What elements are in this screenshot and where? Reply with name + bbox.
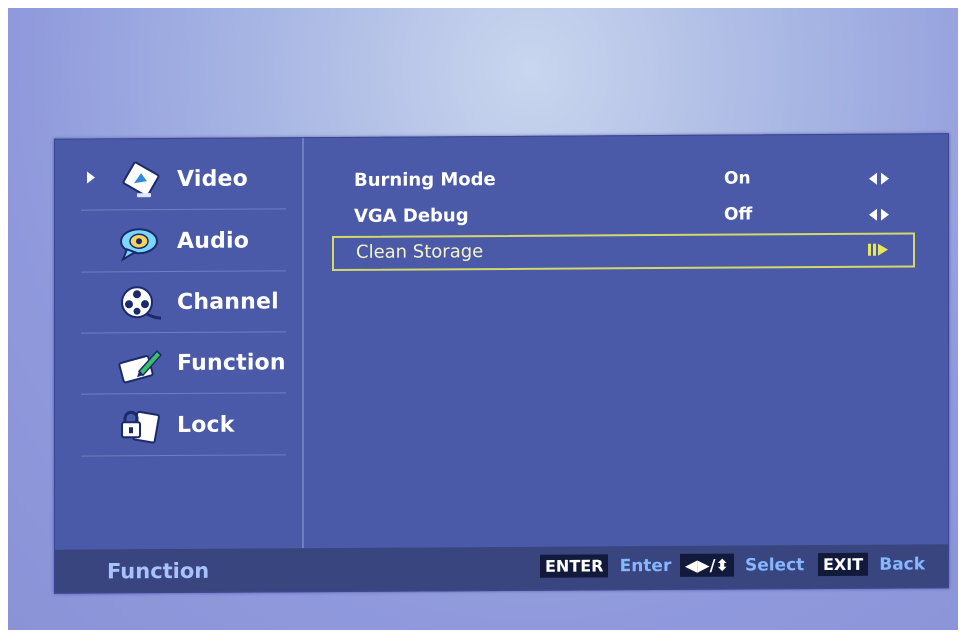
setting-row-burning-mode[interactable]: Burning Mode On <box>332 162 915 198</box>
arrow-keys-icon: ◀▶/⬍ <box>680 553 734 577</box>
setting-row-clean-storage[interactable]: Clean Storage <box>332 232 915 272</box>
hint-label: Enter <box>619 555 672 576</box>
setting-label: Clean Storage <box>356 241 484 263</box>
footer-title: Function <box>107 558 210 584</box>
hint-select: ◀▶/⬍ Select <box>680 553 804 578</box>
footer-bar: Function ENTER Enter ◀▶/⬍ Select EXIT Ba… <box>55 544 948 593</box>
sidebar-item-audio[interactable]: Audio <box>81 214 286 273</box>
left-right-arrows-icon[interactable] <box>867 172 891 186</box>
sidebar-item-lock[interactable]: Lock <box>81 398 286 457</box>
sidebar-item-label: Video <box>177 166 248 192</box>
function-icon <box>118 350 163 384</box>
hint-label: Back <box>879 553 926 575</box>
hint-back: EXIT Back <box>818 552 925 577</box>
sidebar: Video Audio Channel Function Lock <box>55 138 304 550</box>
audio-icon <box>120 228 158 262</box>
selection-arrow-icon <box>87 171 95 184</box>
sidebar-item-label: Function <box>177 350 286 376</box>
setting-row-vga-debug[interactable]: VGA Debug Off <box>332 198 915 234</box>
sidebar-item-label: Audio <box>177 228 250 254</box>
hint-label: Select <box>744 554 805 576</box>
lock-icon <box>121 410 160 444</box>
sidebar-item-label: Channel <box>177 289 279 315</box>
hint-enter: ENTER Enter <box>540 554 671 579</box>
osd-menu-panel: Video Audio Channel Function Lock Burnin… <box>54 133 949 594</box>
channel-icon <box>121 286 162 320</box>
enter-arrow-icon[interactable] <box>867 243 891 257</box>
settings-list: Burning Mode On VGA Debug Off Clean Stor… <box>304 134 948 548</box>
projector-screen: Video Audio Channel Function Lock Burnin… <box>8 8 958 630</box>
setting-label: VGA Debug <box>354 205 469 227</box>
sidebar-item-video[interactable]: Video <box>81 152 286 211</box>
exit-key-badge: EXIT <box>818 552 869 577</box>
video-icon <box>122 161 160 198</box>
left-right-arrows-icon[interactable] <box>867 208 891 222</box>
setting-label: Burning Mode <box>354 169 496 191</box>
setting-value: On <box>724 168 751 189</box>
setting-value: Off <box>724 204 753 225</box>
sidebar-item-channel[interactable]: Channel <box>81 275 286 334</box>
sidebar-item-label: Lock <box>177 412 235 438</box>
sidebar-item-function[interactable]: Function <box>81 336 286 395</box>
enter-key-badge: ENTER <box>540 554 609 578</box>
